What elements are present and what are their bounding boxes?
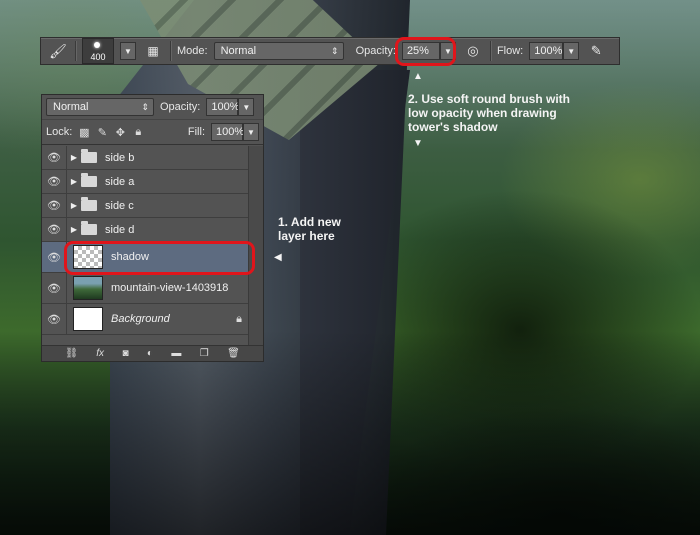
separator bbox=[170, 41, 171, 61]
visibility-eye-icon[interactable]: 👁 bbox=[42, 304, 67, 334]
expand-triangle-icon[interactable]: ▶ bbox=[67, 225, 81, 234]
flow-field[interactable]: 100% bbox=[529, 42, 564, 60]
new-group-icon[interactable]: ▬ bbox=[171, 348, 181, 359]
brush-tip-icon bbox=[94, 42, 100, 48]
folder-icon bbox=[81, 197, 97, 211]
annotation-step-1: 1. Add new layer here bbox=[278, 215, 341, 243]
lock-all-icon[interactable]: 🔒︎ bbox=[132, 126, 144, 138]
up-arrow-icon: ▲ bbox=[413, 71, 423, 82]
layer-group-side-c[interactable]: 👁 ▶ side c bbox=[42, 194, 250, 218]
link-layers-icon[interactable]: ⛓ bbox=[65, 348, 78, 359]
fill-dropdown[interactable]: ▼ bbox=[243, 123, 259, 141]
add-mask-icon[interactable]: ◙ bbox=[122, 348, 128, 359]
pressure-opacity-icon[interactable]: ◎ bbox=[462, 41, 484, 61]
mode-label: Mode: bbox=[177, 45, 208, 57]
blend-mode-value: Normal bbox=[53, 101, 89, 113]
expand-triangle-icon[interactable]: ▶ bbox=[67, 153, 81, 162]
folder-icon bbox=[81, 173, 97, 187]
brush-preset-picker[interactable]: 400 bbox=[82, 38, 114, 64]
shadow-layer-highlight-ring bbox=[64, 241, 255, 275]
fill-control: 100% ▼ bbox=[211, 123, 259, 141]
layer-thumbnail bbox=[73, 307, 103, 331]
updown-icon: ⇕ bbox=[141, 102, 149, 112]
layer-group-side-b[interactable]: 👁 ▶ side b bbox=[42, 146, 250, 170]
layer-name: side c bbox=[105, 199, 134, 212]
visibility-eye-icon[interactable]: 👁 bbox=[42, 273, 67, 303]
fill-field[interactable]: 100% bbox=[211, 123, 244, 141]
updown-icon: ⇕ bbox=[331, 46, 339, 56]
layer-opacity-field[interactable]: 100% bbox=[206, 98, 240, 116]
fx-icon[interactable]: fx bbox=[96, 348, 104, 359]
flow-control: 100% ▼ bbox=[529, 42, 580, 60]
lock-position-icon[interactable]: ✥ bbox=[114, 126, 126, 139]
separator bbox=[75, 41, 76, 61]
layers-panel: Normal ⇕ Opacity: 100% ▼ Lock: ▩ ✎ ✥ 🔒︎ … bbox=[41, 94, 264, 362]
fill-label: Fill: bbox=[187, 126, 205, 138]
separator bbox=[489, 41, 491, 61]
layer-opacity-control: 100% ▼ bbox=[206, 98, 255, 116]
visibility-eye-icon[interactable]: 👁 bbox=[42, 170, 67, 193]
layer-group-side-d[interactable]: 👁 ▶ side d bbox=[42, 218, 250, 242]
brush-preset-dropdown[interactable]: ▼ bbox=[120, 42, 136, 60]
layer-lock-icon: 🔒︎ bbox=[236, 312, 242, 325]
layer-group-side-a[interactable]: 👁 ▶ side a bbox=[42, 170, 250, 194]
down-arrow-icon: ▼ bbox=[413, 138, 423, 149]
layer-name: mountain-view-1403918 bbox=[111, 282, 229, 294]
expand-triangle-icon[interactable]: ▶ bbox=[67, 201, 81, 210]
layer-name: side a bbox=[105, 175, 135, 188]
layer-mountain-view[interactable]: 👁 mountain-view-1403918 bbox=[42, 273, 250, 304]
airbrush-icon[interactable]: ✎ bbox=[585, 41, 607, 61]
new-layer-icon[interactable]: ❐ bbox=[200, 348, 209, 359]
folder-icon bbox=[81, 221, 97, 235]
visibility-eye-icon[interactable]: 👁 bbox=[42, 194, 67, 217]
delete-layer-icon[interactable]: 🗑 bbox=[227, 348, 240, 359]
blend-mode-select[interactable]: Normal ⇕ bbox=[46, 98, 154, 116]
layer-opacity-dropdown[interactable]: ▼ bbox=[238, 98, 255, 116]
mode-value: Normal bbox=[220, 45, 257, 57]
folder-icon bbox=[81, 149, 97, 163]
options-bar: 🖌 400 ▼ ▦ Mode: Normal ⇕ Opacity: 25% ▼ … bbox=[40, 37, 620, 65]
layer-thumbnail bbox=[73, 276, 103, 300]
lock-image-icon[interactable]: ✎ bbox=[96, 126, 108, 139]
opacity-label: Opacity: bbox=[355, 45, 396, 57]
flow-label: Flow: bbox=[496, 45, 524, 57]
flow-dropdown[interactable]: ▼ bbox=[563, 42, 580, 60]
brush-panel-toggle-icon[interactable]: ▦ bbox=[142, 41, 164, 61]
visibility-eye-icon[interactable]: 👁 bbox=[42, 218, 67, 241]
annotation-step-2: 2. Use soft round brush with low opacity… bbox=[408, 92, 571, 134]
layer-background[interactable]: 👁 Background 🔒︎ bbox=[42, 304, 250, 335]
brush-tool-icon[interactable]: 🖌 bbox=[47, 41, 69, 61]
layer-name: side b bbox=[105, 151, 135, 164]
visibility-eye-icon[interactable]: 👁 bbox=[42, 146, 67, 169]
opacity-highlight-ring bbox=[395, 37, 456, 66]
expand-triangle-icon[interactable]: ▶ bbox=[67, 177, 81, 186]
layer-name: Background bbox=[111, 313, 170, 325]
left-arrow-icon: ◀ bbox=[274, 252, 282, 263]
adjustment-layer-icon[interactable]: ◐ bbox=[147, 348, 153, 359]
lock-transparency-icon[interactable]: ▩ bbox=[78, 126, 90, 139]
layers-panel-footer: ⛓ fx ◙ ◐ ▬ ❐ 🗑 bbox=[42, 345, 263, 361]
layers-panel-lock-row: Lock: ▩ ✎ ✥ 🔒︎ Fill: 100% ▼ bbox=[42, 120, 263, 145]
layers-panel-top-row: Normal ⇕ Opacity: 100% ▼ bbox=[42, 95, 263, 120]
layer-name: side d bbox=[105, 223, 135, 236]
layer-opacity-label: Opacity: bbox=[160, 101, 201, 113]
lock-label: Lock: bbox=[46, 126, 73, 138]
brush-size: 400 bbox=[90, 52, 106, 62]
mode-select[interactable]: Normal ⇕ bbox=[213, 42, 344, 60]
